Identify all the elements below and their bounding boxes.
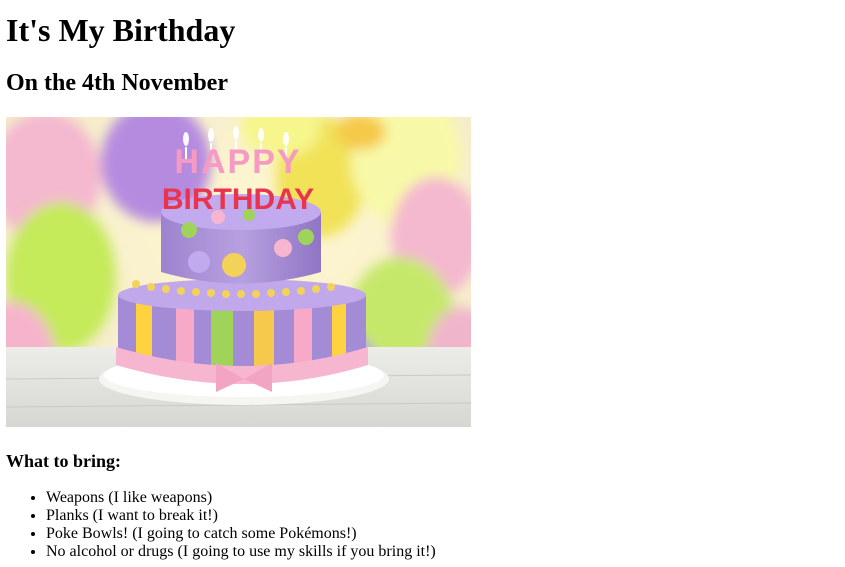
cake-text-birthday: BIRTHDAY [162,183,314,216]
bring-heading: What to bring: [6,451,122,471]
list-item: No alcohol or drugs (I going to use my s… [46,543,436,561]
bring-list: Weapons (I like weapons)Planks (I want t… [6,489,436,561]
list-item: Planks (I want to break it!) [46,507,436,525]
page-title: It's My Birthday [6,12,236,48]
birthday-cake-image: HAPPY BIRTHDAY [6,117,471,427]
list-item: Weapons (I like weapons) [46,489,436,507]
cake-text-happy: HAPPY [174,143,301,181]
list-item: Poke Bowls! (I going to catch some Pokém… [46,525,436,543]
page-subtitle: On the 4th November [6,70,228,96]
